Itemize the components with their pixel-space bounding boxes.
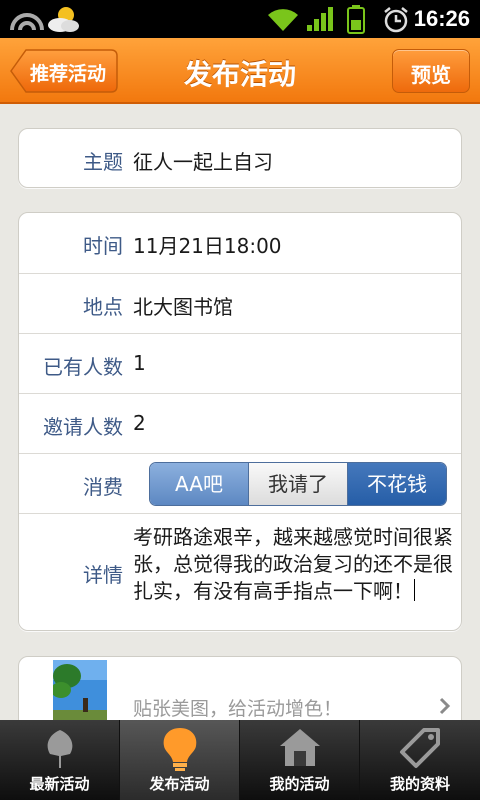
weather-icon	[48, 7, 79, 32]
status-time: 16:26	[413, 6, 470, 31]
location-label: 地点	[83, 295, 123, 319]
expense-option-my-treat[interactable]: 我请了	[248, 463, 347, 505]
tab-label: 最新活动	[29, 775, 90, 793]
tab-my-profile[interactable]: 我的资料	[360, 720, 480, 800]
expense-option-aa[interactable]: AA吧	[150, 463, 248, 505]
invite-count-label: 邀请人数	[43, 415, 123, 439]
text-cursor	[414, 579, 415, 601]
location-field[interactable]: 北大图书馆	[133, 291, 233, 320]
tab-my-activities[interactable]: 我的活动	[240, 720, 360, 800]
description-label: 详情	[83, 563, 123, 587]
invite-count-field[interactable]: 2	[133, 411, 146, 435]
subject-row[interactable]: 主题 征人一起上自习	[19, 129, 461, 189]
invite-count-row[interactable]: 邀请人数 2	[19, 393, 461, 453]
photo-thumbnail	[53, 660, 107, 726]
tab-label: 我的活动	[269, 775, 330, 793]
preview-button-label: 预览	[411, 63, 451, 87]
cell-signal-icon	[307, 7, 333, 31]
status-bar: 16:26	[0, 0, 480, 38]
wifi-icon	[268, 9, 298, 31]
tab-label: 发布活动	[149, 775, 210, 793]
expense-row: 消费 AA吧 我请了 不花钱	[19, 453, 461, 513]
description-text: 考研路途艰辛，越来越感觉时间很紧张，总觉得我的政治复习的还不是很扎实，有没有高手…	[133, 525, 453, 603]
alarm-clock-icon	[384, 7, 408, 33]
time-field[interactable]: 11月21日18:00	[133, 230, 282, 259]
lightbulb-icon	[163, 728, 197, 771]
subject-label: 主题	[83, 150, 123, 174]
subject-card: 主题 征人一起上自习	[18, 128, 462, 188]
existing-count-field[interactable]: 1	[133, 351, 146, 375]
tag-icon	[400, 728, 440, 768]
title-bar: 推荐活动 发布活动 预览	[0, 38, 480, 104]
details-card: 时间 11月21日18:00 地点 北大图书馆 已有人数 1 邀请人数 2 消费…	[18, 212, 462, 631]
existing-count-label: 已有人数	[43, 355, 123, 379]
tab-latest-activities[interactable]: 最新活动	[0, 720, 120, 800]
leaf-icon	[47, 730, 73, 768]
description-textarea[interactable]: 考研路途艰辛，越来越感觉时间很紧张，总觉得我的政治复习的还不是很扎实，有没有高手…	[133, 524, 453, 605]
house-icon	[280, 729, 320, 766]
expense-option-free[interactable]: 不花钱	[347, 463, 446, 505]
existing-count-row[interactable]: 已有人数 1	[19, 333, 461, 393]
description-row[interactable]: 详情 考研路途艰辛，越来越感觉时间很紧张，总觉得我的政治复习的还不是很扎实，有没…	[19, 513, 461, 631]
expense-segmented-control: AA吧 我请了 不花钱	[149, 462, 447, 506]
location-row[interactable]: 地点 北大图书馆	[19, 273, 461, 333]
tab-publish-activity[interactable]: 发布活动	[120, 720, 240, 800]
time-row[interactable]: 时间 11月21日18:00	[19, 213, 461, 273]
tab-label: 我的资料	[389, 775, 450, 793]
signal-arc-icon	[10, 13, 44, 31]
photo-hint: 贴张美图，给活动增色！	[133, 698, 343, 720]
chevron-right-icon	[439, 697, 451, 715]
battery-icon	[347, 5, 365, 34]
subject-field[interactable]: 征人一起上自习	[133, 146, 273, 175]
time-label: 时间	[83, 234, 123, 258]
preview-button[interactable]: 预览	[392, 49, 470, 93]
expense-label: 消费	[83, 475, 123, 499]
bottom-tab-bar: 最新活动 发布活动 我的活动 我的资料	[0, 720, 480, 800]
